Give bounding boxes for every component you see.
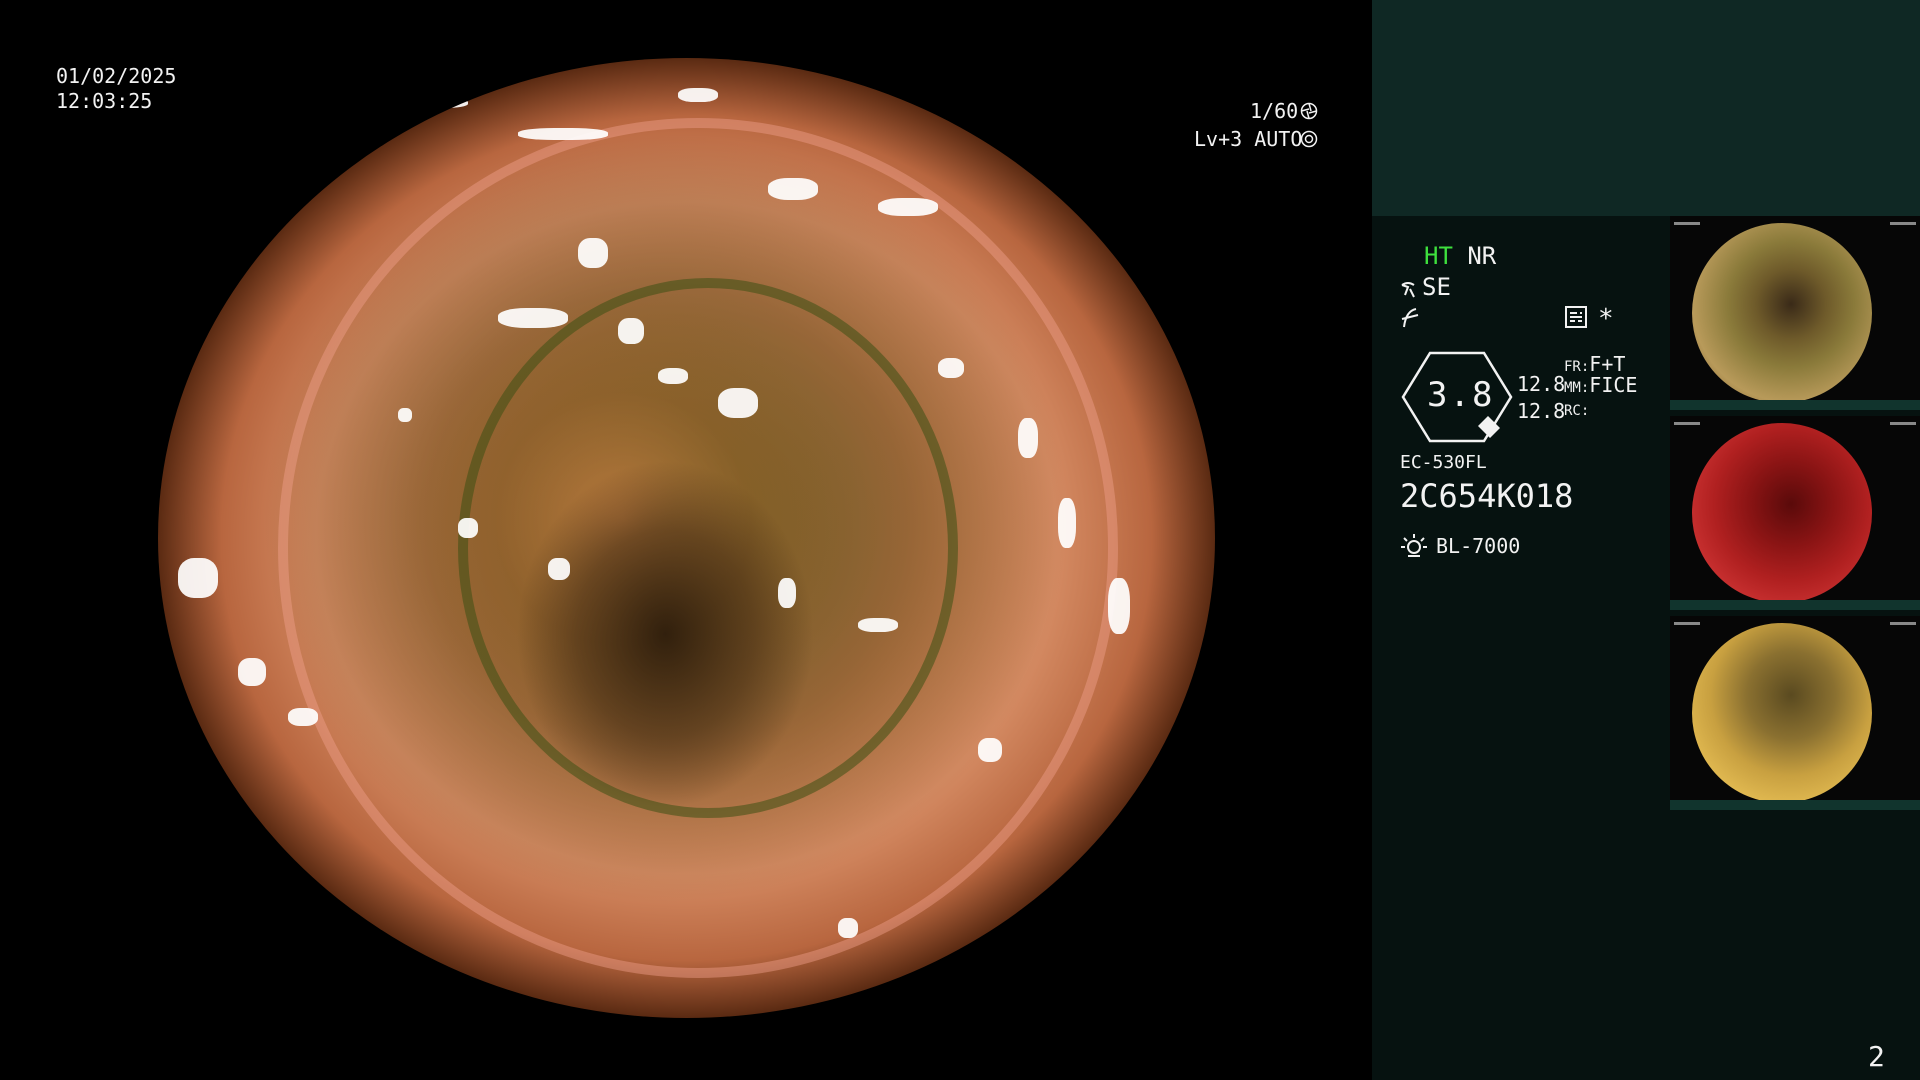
iris-readout: Lv+3 AUTO <box>1194 127 1302 151</box>
specular-highlight <box>938 358 964 378</box>
info-panel: HT NR SE * 3.8 12.8 12.8 FR:F+T MM:FICE … <box>1372 0 1920 1080</box>
enhance-icon <box>1401 282 1415 298</box>
specular-highlight <box>618 318 644 344</box>
thumbnail-capture[interactable] <box>1670 616 1920 810</box>
specular-highlight <box>1058 498 1076 548</box>
shutter-text: 1/60 <box>1250 99 1299 123</box>
specular-highlight <box>768 178 818 200</box>
specular-highlight <box>1018 418 1038 458</box>
thumbnail-bar <box>1670 400 1920 410</box>
mucosal-fold <box>458 278 958 818</box>
iris-mode-text: AUTO <box>1254 127 1303 151</box>
panel-header <box>1372 0 1920 216</box>
thumbnail-bar <box>1670 800 1920 810</box>
mm-value: FICE <box>1589 373 1638 397</box>
timestamp: 01/02/2025 12:03:25 <box>56 64 176 114</box>
shutter-readout: 1/60 <box>1250 99 1298 123</box>
endoscope-image <box>158 58 1215 1018</box>
specular-highlight <box>178 558 218 598</box>
thumbnail-text <box>1674 422 1700 425</box>
date-text: 01/02/2025 <box>56 64 177 88</box>
shutter-icon <box>1300 102 1318 120</box>
thumbnail-capture[interactable] <box>1670 216 1920 410</box>
level-text: Lv+3 <box>1194 127 1243 151</box>
specular-highlight <box>658 368 688 384</box>
asterisk-indicator: * <box>1598 304 1614 334</box>
specular-highlight <box>578 238 608 268</box>
lamp-icon <box>1401 534 1427 557</box>
light-source: BL-7000 <box>1436 534 1521 558</box>
mm-row: MM:FICE <box>1564 373 1637 397</box>
serial-number: 2C654K018 <box>1400 477 1574 515</box>
thumbnail-image <box>1692 623 1872 803</box>
specular-highlight <box>398 408 412 422</box>
thumbnail-text <box>1674 622 1700 625</box>
thumbnail-image <box>1692 223 1872 403</box>
specular-highlight <box>838 918 858 938</box>
specular-highlight <box>408 98 468 108</box>
ht-label: HT <box>1424 242 1453 270</box>
se-label: SE <box>1422 273 1451 301</box>
specular-highlight <box>778 578 796 608</box>
thumbnail-image <box>1692 423 1872 603</box>
filter-icon <box>1401 308 1419 328</box>
zoom-value: 3.8 <box>1427 375 1495 415</box>
mm-label: MM: <box>1564 380 1590 396</box>
image-mode-row: HT NR <box>1424 242 1496 270</box>
thumbnail-text <box>1890 222 1916 225</box>
rc-label: RC: <box>1564 403 1590 419</box>
specular-highlight <box>1108 578 1130 634</box>
scope-model: EC-530FL <box>1400 452 1487 473</box>
specular-highlight <box>678 88 718 102</box>
menu-icon <box>1565 306 1587 328</box>
specular-highlight <box>878 198 938 216</box>
thumbnail-capture[interactable] <box>1670 416 1920 610</box>
nr-label: NR <box>1467 242 1497 270</box>
specular-highlight <box>458 518 478 538</box>
specular-highlight <box>978 738 1002 762</box>
value-2: 12.8 <box>1517 399 1566 423</box>
specular-highlight <box>238 658 266 686</box>
specular-highlight <box>288 708 318 726</box>
thumbnail-text <box>1890 622 1916 625</box>
thumbnail-text <box>1674 222 1700 225</box>
specular-highlight <box>518 128 608 140</box>
iris-icon <box>1300 130 1318 148</box>
specular-highlight <box>858 618 898 632</box>
specular-highlight <box>718 388 758 418</box>
time-text: 12:03:25 <box>56 89 153 113</box>
thumbnail-bar <box>1670 600 1920 610</box>
specular-highlight <box>498 308 568 328</box>
thumbnail-text <box>1890 422 1916 425</box>
page-number: 2 <box>1868 1040 1885 1073</box>
value-1: 12.8 <box>1517 372 1566 396</box>
specular-highlight <box>548 558 570 580</box>
